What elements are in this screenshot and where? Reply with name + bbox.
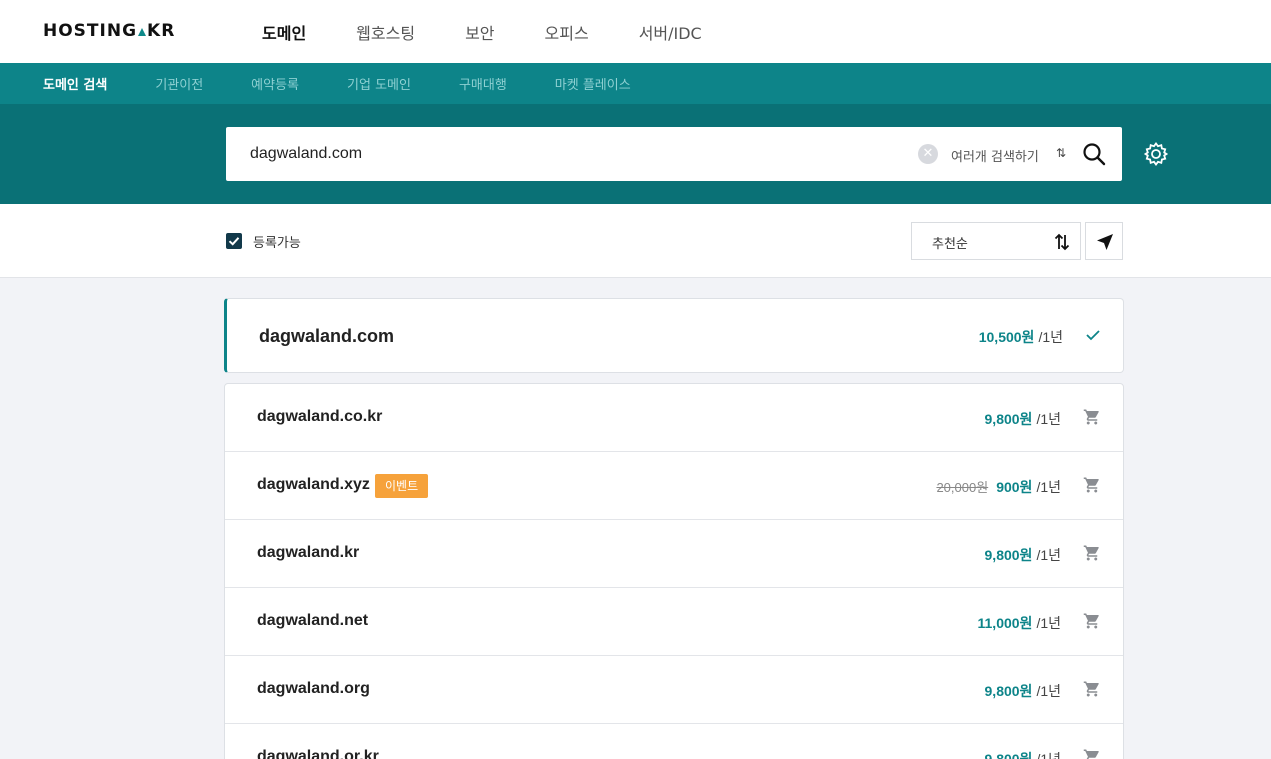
original-price: 20,000원 xyxy=(936,480,989,495)
available-checkbox[interactable] xyxy=(226,233,242,249)
logo-text-left: HOSTING xyxy=(43,21,138,41)
period: /1년 xyxy=(1036,547,1061,563)
result-list: dagwaland.co.kr 9,800원/1년 dagwaland.xyz … xyxy=(224,383,1124,759)
share-button[interactable] xyxy=(1085,222,1123,260)
result-row[interactable]: dagwaland.org 9,800원/1년 xyxy=(225,656,1123,724)
price-group: 20,000원 900원/1년 xyxy=(936,477,1061,497)
nav-server-idc[interactable]: 서버/IDC xyxy=(639,20,702,44)
domain-name: dagwaland.org xyxy=(257,680,370,697)
nav-security[interactable]: 보안 xyxy=(465,20,494,44)
logo-dot-icon xyxy=(138,28,147,36)
search-box: ✕ 여러개 검색하기 ⇅ xyxy=(226,127,1122,181)
domain-name: dagwaland.net xyxy=(257,612,369,629)
sub-nav: 도메인 검색 기관이전 예약등록 기업 도메인 구매대행 마켓 플레이스 xyxy=(0,63,1271,104)
subnav-reservation[interactable]: 예약등록 xyxy=(251,74,299,93)
price: 9,800원 xyxy=(984,411,1033,427)
cart-icon[interactable] xyxy=(1083,748,1101,759)
subnav-enterprise[interactable]: 기업 도메인 xyxy=(347,74,411,93)
result-row[interactable]: dagwaland.co.kr 9,800원/1년 xyxy=(225,384,1123,452)
sort-label: 추천순 xyxy=(932,237,968,252)
price-group: 9,800원/1년 xyxy=(985,545,1061,565)
top-bar: HOSTING KR 도메인 웹호스팅 보안 오피스 서버/IDC xyxy=(0,0,1271,63)
gear-icon[interactable] xyxy=(1143,141,1169,167)
cart-icon[interactable] xyxy=(1083,612,1101,630)
price: 9,800원 xyxy=(984,683,1033,699)
subnav-purchase-agent[interactable]: 구매대행 xyxy=(459,74,507,93)
result-row[interactable]: dagwaland.net 11,000원/1년 xyxy=(225,588,1123,656)
logo-text-right: KR xyxy=(147,21,176,41)
available-label: 등록가능 xyxy=(253,236,301,251)
domain-name: dagwaland.or.kr xyxy=(257,748,379,759)
result-row[interactable]: dagwaland.or.kr 9,800원/1년 xyxy=(225,724,1123,759)
period: /1년 xyxy=(1036,411,1061,427)
subnav-transfer[interactable]: 기관이전 xyxy=(155,74,203,93)
send-icon xyxy=(1097,234,1113,250)
period: /1년 xyxy=(1036,751,1061,759)
subnav-domain-search[interactable]: 도메인 검색 xyxy=(43,74,107,93)
cart-icon[interactable] xyxy=(1083,476,1101,494)
price-group: 11,000원/1년 xyxy=(978,613,1062,633)
nav-domain[interactable]: 도메인 xyxy=(262,20,306,44)
swap-icon[interactable]: ⇅ xyxy=(1056,146,1066,160)
price-group: 10,500원/1년 xyxy=(979,327,1063,347)
price: 900원 xyxy=(996,479,1033,495)
search-input[interactable] xyxy=(250,141,850,167)
domain-name: dagwaland.xyz xyxy=(257,476,370,493)
domain-name: dagwaland.com xyxy=(259,326,395,346)
search-icon[interactable] xyxy=(1082,142,1106,166)
sort-select[interactable]: 추천순 xyxy=(911,222,1081,260)
price: 10,500원 xyxy=(978,329,1035,345)
event-badge: 이벤트 xyxy=(375,474,429,498)
nav-webhosting[interactable]: 웹호스팅 xyxy=(356,20,415,44)
period: /1년 xyxy=(1036,615,1061,631)
cart-icon[interactable] xyxy=(1083,544,1101,562)
logo[interactable]: HOSTING KR xyxy=(43,21,175,41)
sort-arrows-icon xyxy=(1054,233,1070,251)
search-band: ✕ 여러개 검색하기 ⇅ xyxy=(0,104,1271,204)
main-nav: 도메인 웹호스팅 보안 오피스 서버/IDC xyxy=(262,20,752,44)
price-group: 9,800원/1년 xyxy=(985,749,1061,759)
multi-search-toggle[interactable]: 여러개 검색하기 xyxy=(951,146,1039,165)
domain-name: dagwaland.co.kr xyxy=(257,408,383,425)
filter-bar: 등록가능 추천순 xyxy=(0,204,1271,278)
domain-name: dagwaland.kr xyxy=(257,544,360,561)
period: /1년 xyxy=(1036,683,1061,699)
subnav-marketplace[interactable]: 마켓 플레이스 xyxy=(555,74,631,93)
nav-office[interactable]: 오피스 xyxy=(545,20,589,44)
period: /1년 xyxy=(1036,479,1061,495)
result-row[interactable]: dagwaland.xyz 이벤트 20,000원 900원/1년 xyxy=(225,452,1123,520)
cart-icon[interactable] xyxy=(1083,680,1101,698)
clear-icon[interactable]: ✕ xyxy=(918,144,938,164)
cart-icon[interactable] xyxy=(1083,408,1101,426)
price-group: 9,800원/1년 xyxy=(985,681,1061,701)
price: 9,800원 xyxy=(984,751,1033,759)
price-group: 9,800원/1년 xyxy=(985,409,1061,429)
checkmark-icon xyxy=(228,237,240,246)
price: 11,000원 xyxy=(977,615,1033,631)
result-row[interactable]: dagwaland.kr 9,800원/1년 xyxy=(225,520,1123,588)
period: /1년 xyxy=(1038,329,1063,345)
featured-result[interactable]: dagwaland.com 10,500원/1년 xyxy=(224,298,1124,373)
check-icon[interactable] xyxy=(1085,328,1101,342)
price: 9,800원 xyxy=(984,547,1033,563)
